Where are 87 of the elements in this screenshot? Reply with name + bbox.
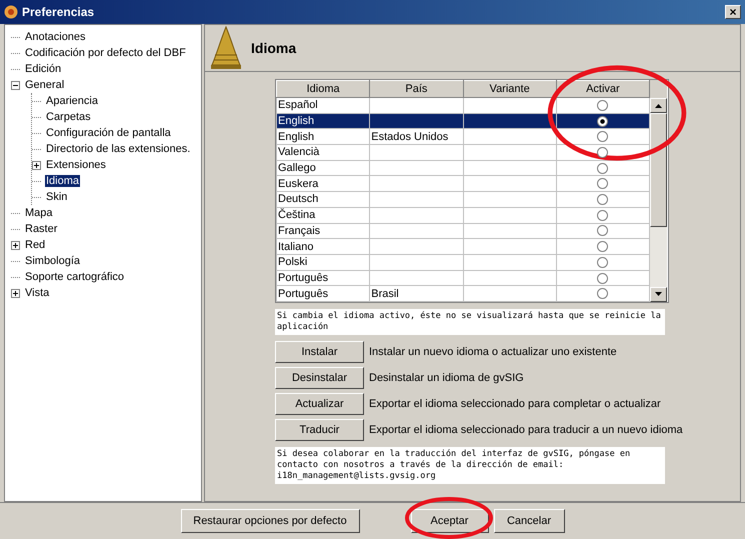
radio-button[interactable] — [597, 162, 608, 174]
tree-item[interactable]: Edición — [24, 63, 62, 75]
table-row[interactable]: Euskera — [276, 176, 650, 192]
scroll-down-icon[interactable] — [650, 286, 667, 302]
tree-item[interactable]: Idioma — [45, 175, 80, 187]
expand-icon[interactable] — [11, 288, 20, 298]
column-header[interactable]: País — [370, 80, 463, 98]
table-row[interactable]: Português Brasil — [276, 286, 650, 302]
tree-item[interactable]: Directorio de las extensiones. — [45, 143, 192, 155]
table-row[interactable]: Deutsch — [276, 192, 650, 208]
radio-button[interactable] — [597, 116, 608, 127]
table-cell: Estados Unidos — [370, 128, 463, 145]
tree-item[interactable]: Anotaciones — [24, 31, 87, 43]
table-row[interactable]: Español — [276, 98, 650, 114]
table-cell: Polski — [276, 254, 370, 270]
expand-icon[interactable] — [32, 160, 41, 170]
bell-icon — [209, 25, 243, 71]
action-description: Exportar el idioma seleccionado para traducir a un nuevo idioma — [369, 424, 683, 436]
radio-button[interactable] — [597, 131, 608, 142]
footer-button[interactable]: Cancelar — [494, 509, 564, 533]
scroll-up-icon[interactable] — [650, 98, 667, 113]
table-cell: Brasil — [370, 286, 463, 302]
tree-item[interactable]: Soporte cartográfico — [24, 271, 126, 283]
table-cell: Español — [276, 98, 370, 114]
action-button[interactable]: Instalar — [275, 340, 364, 363]
footer-button[interactable]: Aceptar — [410, 509, 488, 533]
tree-item[interactable]: Skin — [45, 191, 68, 203]
action-button[interactable]: Actualizar — [275, 392, 364, 415]
tree-item[interactable]: Red — [24, 239, 46, 251]
table-cell: Português — [276, 286, 370, 302]
radio-button[interactable] — [597, 194, 608, 206]
table-cell: Valencià — [276, 144, 370, 160]
scrollbar[interactable] — [650, 80, 667, 302]
table-cell: English — [276, 113, 370, 129]
tree-item[interactable]: Simbología — [24, 255, 82, 267]
action-button[interactable]: Traducir — [275, 418, 364, 441]
footer-button[interactable]: Restaurar opciones por defecto — [180, 509, 360, 533]
expand-icon[interactable] — [11, 240, 20, 250]
table-row[interactable]: Valencià — [276, 144, 650, 160]
table-cell: Italiano — [276, 238, 370, 254]
tree-item[interactable]: Carpetas — [45, 111, 92, 123]
radio-button[interactable] — [597, 241, 608, 252]
radio-button[interactable] — [597, 178, 608, 190]
table-row[interactable]: Français — [276, 223, 650, 239]
table-row[interactable]: Italiano — [276, 238, 650, 254]
action-description: Instalar un nuevo idioma o actualizar uno existente — [369, 346, 617, 358]
contact-note: Si desea colaborar en la traducción del interfaz de gvSIG, póngase en contacto con nosotros a través de la dirección de email: i18n_management@lists.gvsig.org — [275, 446, 665, 484]
restart-note: Si cambia el idioma activo, éste no se visualizará hasta que se reinicie la aplicación — [275, 308, 665, 335]
radio-button[interactable] — [597, 100, 608, 111]
table-cell: Português — [276, 270, 370, 286]
panel-title: Idioma — [251, 40, 296, 56]
radio-button[interactable] — [597, 225, 608, 236]
tree-item[interactable]: Mapa — [24, 207, 54, 219]
close-button[interactable]: × — [725, 5, 741, 19]
tree-item[interactable]: Extensiones — [45, 159, 107, 171]
tree-item[interactable]: General — [24, 79, 66, 91]
radio-button[interactable] — [597, 210, 608, 221]
column-header[interactable]: Activar — [556, 80, 650, 98]
radio-button[interactable] — [597, 272, 608, 284]
column-header[interactable]: Variante — [463, 80, 556, 98]
table-cell: Français — [276, 223, 370, 239]
action-description: Exportar el idioma seleccionado para completar o actualizar — [369, 398, 661, 410]
window-title: Preferencias — [22, 5, 96, 19]
action-button[interactable]: Desinstalar — [275, 366, 364, 389]
tree-item[interactable]: Apariencia — [45, 95, 99, 107]
column-header[interactable]: Idioma — [276, 80, 370, 98]
tree-item[interactable]: Codificación por defecto del DBF — [24, 47, 187, 59]
table-row[interactable]: Português — [276, 270, 650, 286]
collapse-icon[interactable] — [11, 80, 20, 90]
radio-button[interactable] — [597, 256, 608, 268]
tree-item[interactable]: Vista — [24, 287, 50, 299]
radio-button[interactable] — [597, 288, 608, 300]
table-row[interactable]: English Estados Unidos — [276, 128, 650, 145]
tree-item[interactable]: Configuración de pantalla — [45, 127, 172, 139]
table-cell: Deutsch — [276, 192, 370, 208]
table-row[interactable]: Čeština — [276, 207, 650, 223]
table-row[interactable]: English — [276, 113, 650, 129]
app-icon — [4, 5, 18, 19]
table-cell: Gallego — [276, 160, 370, 176]
table-cell: Euskera — [276, 176, 370, 192]
action-description: Desinstalar un idioma de gvSIG — [369, 372, 524, 384]
table-cell: English — [276, 128, 370, 145]
table-row[interactable]: Gallego — [276, 160, 650, 176]
table-cell: Čeština — [276, 207, 370, 223]
table-row[interactable]: Polski — [276, 254, 650, 270]
radio-button[interactable] — [597, 147, 608, 158]
tree-item[interactable]: Raster — [24, 223, 58, 235]
